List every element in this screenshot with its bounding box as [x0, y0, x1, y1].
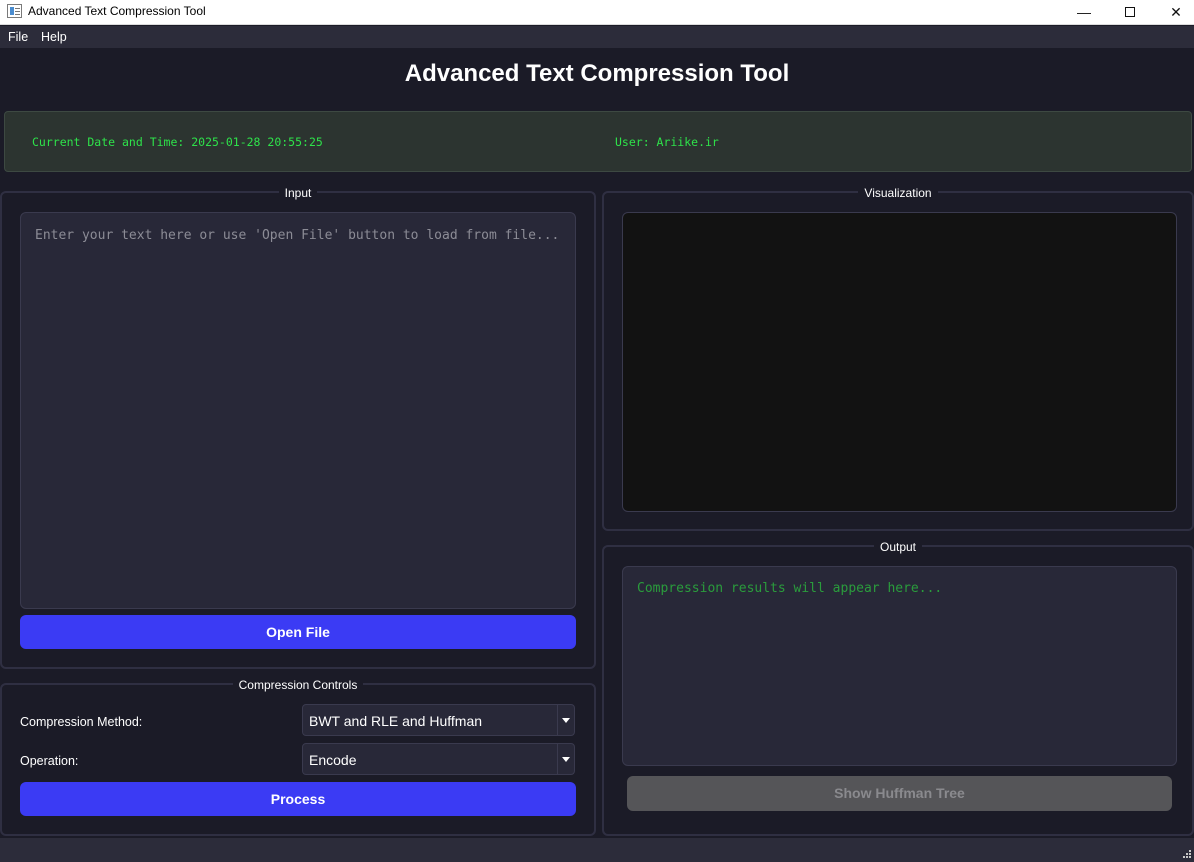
compression-controls-title: Compression Controls	[232, 678, 364, 692]
output-group: Output Compression results will appear h…	[602, 540, 1194, 836]
maximize-icon	[1125, 7, 1135, 17]
operation-value: Encode	[309, 752, 357, 768]
compression-method-label: Compression Method:	[20, 715, 143, 729]
menu-help[interactable]: Help	[41, 30, 67, 44]
minimize-icon: —	[1077, 4, 1091, 20]
status-bar	[0, 838, 1194, 862]
visualization-group: Visualization	[602, 186, 1194, 531]
app-window-icon	[7, 4, 22, 18]
close-button[interactable]: ✕	[1153, 0, 1194, 24]
info-panel: Current Date and Time: 2025-01-28 20:55:…	[4, 111, 1192, 172]
input-group-title: Input	[278, 186, 318, 200]
open-file-button[interactable]: Open File	[20, 615, 576, 649]
resize-grip-icon[interactable]	[1183, 850, 1191, 858]
visualization-title: Visualization	[858, 186, 938, 200]
compression-method-select[interactable]: BWT and RLE and Huffman	[302, 704, 575, 736]
minimize-button[interactable]: —	[1061, 0, 1107, 24]
window-title: Advanced Text Compression Tool	[28, 4, 206, 18]
output-title: Output	[873, 540, 923, 554]
maximize-button[interactable]	[1107, 0, 1153, 24]
process-button[interactable]: Process	[20, 782, 576, 816]
current-datetime: Current Date and Time: 2025-01-28 20:55:…	[32, 135, 323, 149]
output-placeholder: Compression results will appear here...	[637, 581, 943, 596]
operation-select[interactable]: Encode	[302, 743, 575, 775]
menu-file[interactable]: File	[8, 30, 28, 44]
page-title: Advanced Text Compression Tool	[404, 60, 790, 87]
input-text-area[interactable]: Enter your text here or use 'Open File' …	[20, 212, 576, 609]
operation-label: Operation:	[20, 754, 79, 768]
compression-controls-group: Compression Controls Compression Method:…	[0, 678, 596, 836]
current-user: User: Ariike.ir	[615, 135, 719, 149]
menu-bar: File Help	[0, 26, 1194, 48]
compression-method-value: BWT and RLE and Huffman	[309, 713, 483, 729]
input-placeholder: Enter your text here or use 'Open File' …	[35, 228, 560, 243]
close-icon: ✕	[1170, 3, 1182, 20]
chevron-down-icon[interactable]	[557, 705, 574, 735]
show-huffman-tree-button[interactable]: Show Huffman Tree	[627, 776, 1172, 811]
window-titlebar[interactable]: Advanced Text Compression Tool — ✕	[0, 0, 1194, 25]
visualization-canvas	[622, 212, 1177, 512]
output-text-area[interactable]: Compression results will appear here...	[622, 566, 1177, 766]
chevron-down-icon[interactable]	[557, 744, 574, 774]
input-group: Input Enter your text here or use 'Open …	[0, 186, 596, 669]
